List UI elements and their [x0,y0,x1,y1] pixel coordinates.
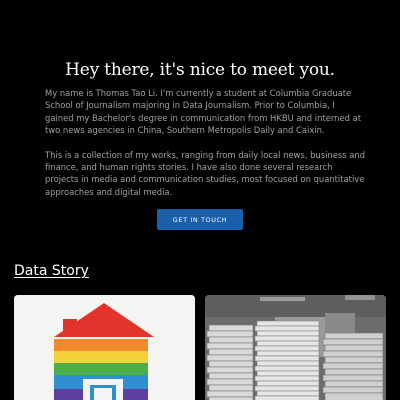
hero-headline: Hey there, it's nice to meet you. [0,60,400,80]
intro-paragraph-1: My name is Thomas Tao Li. I'm currently … [45,88,362,136]
headline-highlight: Hey there, [63,60,157,80]
story-card-rainbow-house[interactable] [14,295,195,400]
paper-stacks-image [205,295,386,400]
data-story-link[interactable]: Data Story [14,263,89,279]
rainbow-house-image [14,295,195,400]
get-in-touch-button[interactable]: GET IN TOUCH [157,209,243,230]
intro-text: My name is Thomas Tao Li. I'm currently … [45,87,365,210]
intro-paragraph-2: This is a collection of my works, rangin… [45,149,366,197]
headline-rest: it's nice to meet you. [154,60,335,80]
story-card-paper-stacks[interactable] [205,295,386,400]
